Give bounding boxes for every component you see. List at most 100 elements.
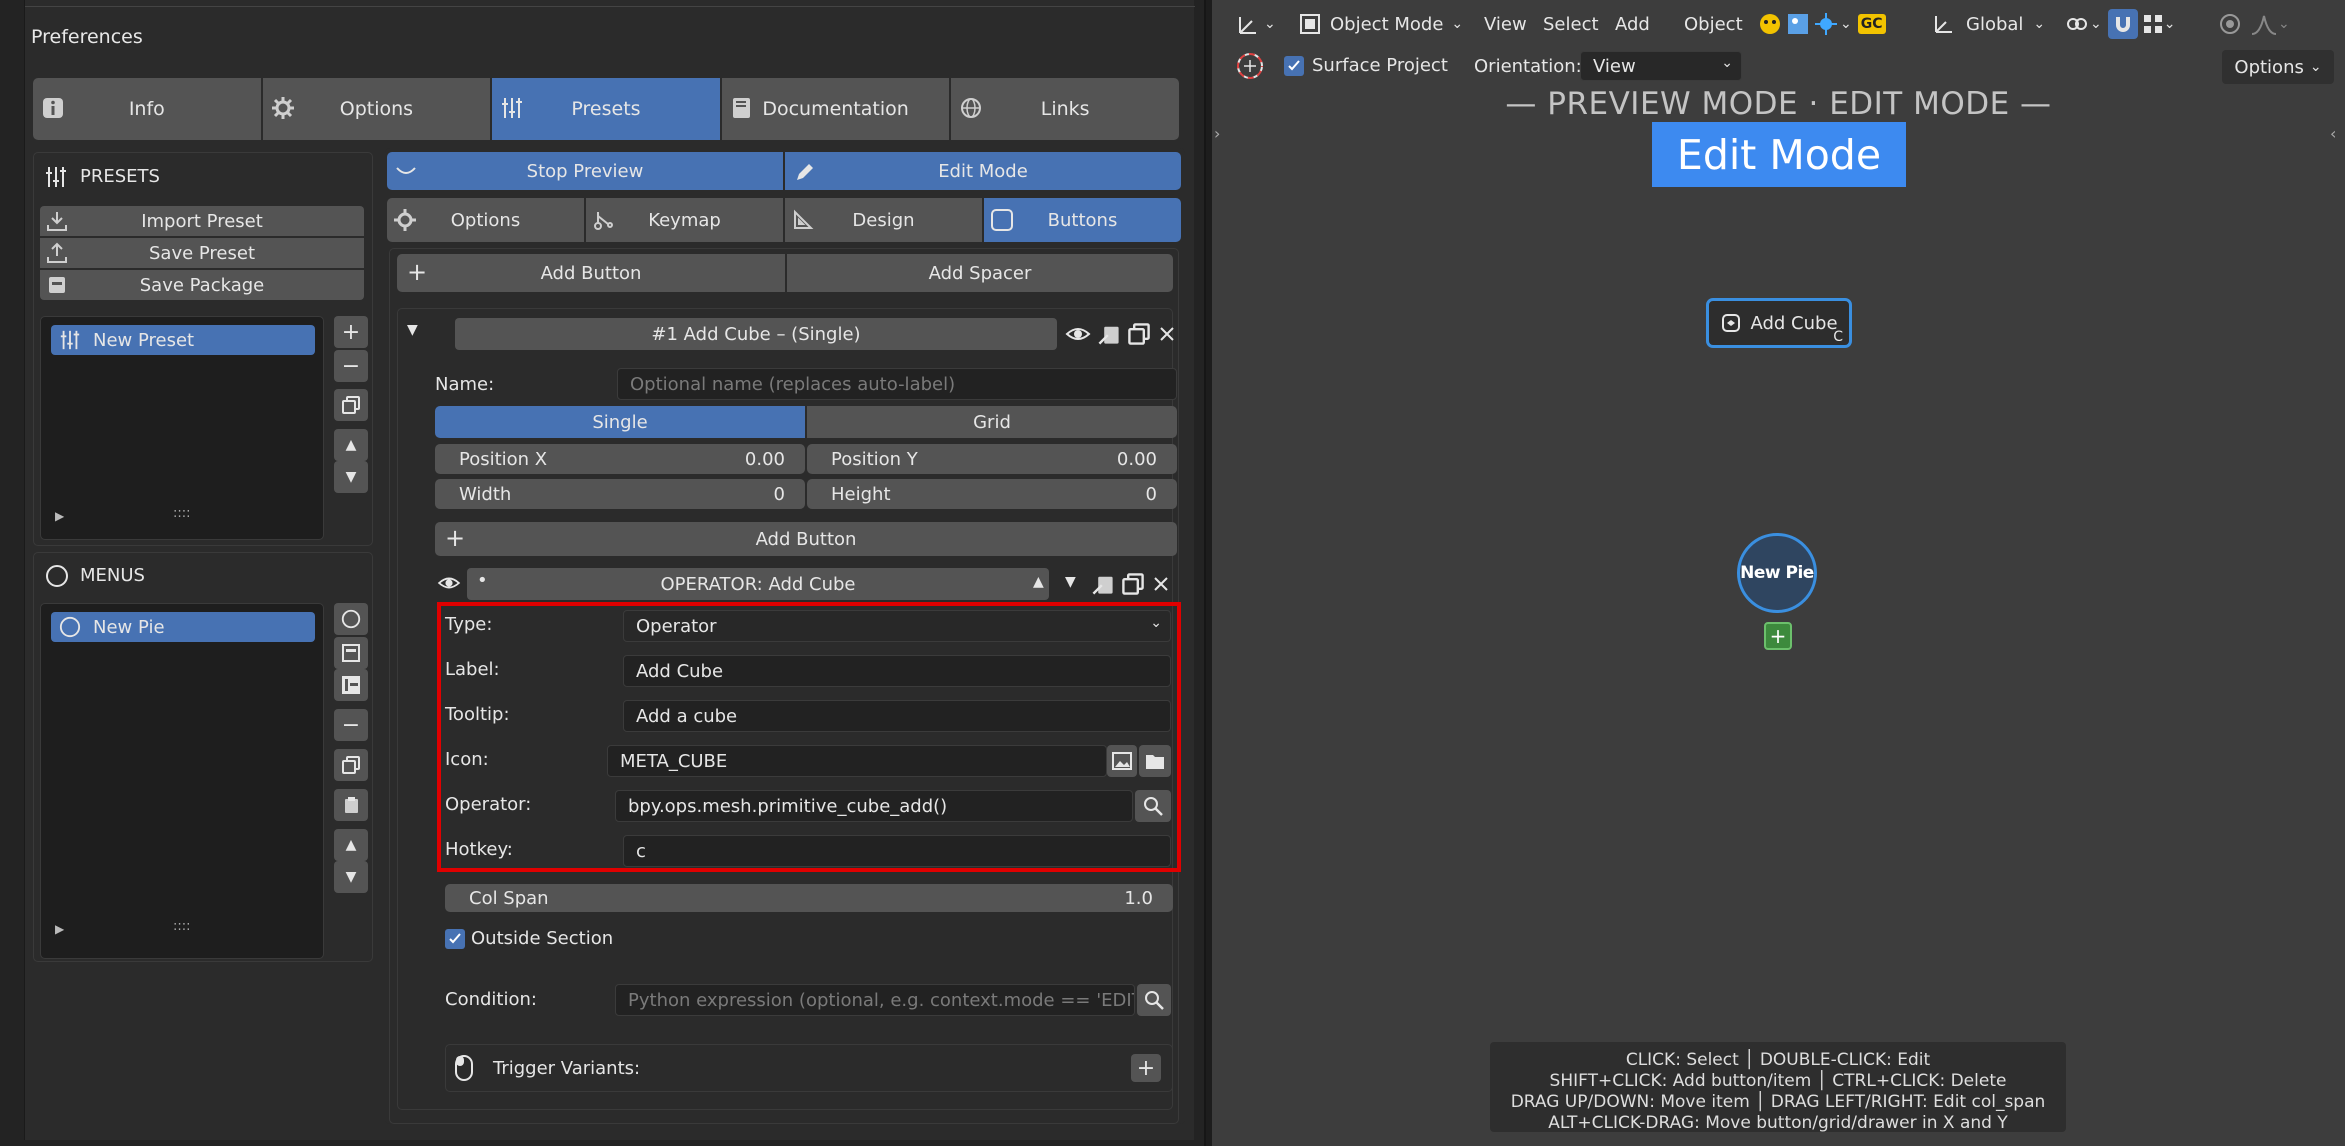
add-pie-menu-button[interactable]	[334, 603, 368, 635]
operator-input[interactable]: bpy.ops.mesh.primitive_cube_add()	[615, 790, 1133, 822]
add-pie-item-button[interactable]: +	[1764, 622, 1792, 650]
button-header[interactable]: #1 Add Cube – (Single)	[455, 318, 1057, 350]
name-input[interactable]: Optional name (replaces auto-label)	[617, 368, 1177, 400]
position-x-field[interactable]: Position X 0.00	[435, 444, 805, 474]
operator-header[interactable]: • OPERATOR: Add Cube	[467, 568, 1049, 600]
tab-presets[interactable]: Presets	[492, 78, 722, 140]
height-field[interactable]: Height 0	[807, 479, 1177, 509]
inner-add-button[interactable]: + Add Button	[435, 522, 1177, 556]
expand-triangle-icon[interactable]: ▶	[55, 922, 64, 936]
paste-icon[interactable]	[1097, 322, 1121, 346]
new-pie-node[interactable]: New Pie	[1737, 533, 1817, 613]
close-icon[interactable]	[1159, 326, 1175, 342]
transform-orientation-select[interactable]: Global ⌄	[1926, 6, 2051, 42]
tab-label: Info	[128, 98, 165, 120]
type-select[interactable]: Operator ⌄	[623, 610, 1171, 642]
menu-object[interactable]: Object	[1678, 6, 1749, 42]
snapping-buttons[interactable]: ⌄ ⌄	[2058, 6, 2181, 42]
eye-icon[interactable]	[437, 574, 461, 592]
preset-item-new-preset[interactable]: New Preset	[51, 325, 315, 355]
menus-list[interactable]: New Pie ▶ ::::	[40, 603, 324, 959]
add-grid-menu-button[interactable]	[334, 669, 368, 701]
add-cube-preview-button[interactable]: Add Cube C	[1706, 298, 1852, 348]
eye-icon[interactable]	[1065, 324, 1091, 344]
options-dropdown[interactable]: Options ⌄	[2222, 50, 2334, 84]
menu-select[interactable]: Select	[1537, 6, 1605, 42]
move-down-button[interactable]: ▼	[334, 461, 368, 493]
grid-toggle[interactable]: Grid	[807, 406, 1177, 438]
width-field[interactable]: Width 0	[435, 479, 805, 509]
subtab-options[interactable]: Options	[387, 198, 584, 242]
magnet-toggle[interactable]	[2107, 9, 2138, 39]
copy-icon[interactable]	[1121, 572, 1145, 596]
editor-type-button[interactable]: ⌄	[1230, 6, 1282, 42]
edit-mode-button[interactable]: Edit Mode	[785, 152, 1181, 190]
outside-section-checkbox[interactable]: Outside Section	[445, 928, 613, 949]
stop-preview-button[interactable]: Stop Preview	[387, 152, 783, 190]
checkbox-checked[interactable]	[445, 928, 465, 949]
move-up-button[interactable]: ▲	[334, 429, 368, 461]
single-toggle[interactable]: Single	[435, 406, 805, 438]
addon-icons[interactable]: ⌄ GC	[1752, 6, 1892, 42]
collapse-triangle-icon[interactable]: ▼	[407, 322, 418, 338]
save-preset-button[interactable]: Save Preset	[40, 238, 364, 268]
proportional-edit-buttons[interactable]: ⌄	[2212, 6, 2296, 42]
operator-search-button[interactable]	[1135, 790, 1171, 822]
add-preset-button[interactable]: +	[334, 316, 368, 348]
remove-menu-button[interactable]: −	[334, 709, 368, 741]
col-span-field[interactable]: Col Span 1.0	[445, 884, 1173, 912]
add-trigger-variant-button[interactable]: +	[1131, 1054, 1161, 1082]
import-preset-button[interactable]: Import Preset	[40, 206, 364, 236]
condition-search-button[interactable]	[1137, 984, 1171, 1016]
condition-input[interactable]: Python expression (optional, e.g. contex…	[615, 984, 1135, 1016]
add-list-menu-button[interactable]	[334, 637, 368, 669]
left-sidebar-toggle[interactable]: ›	[1214, 124, 1220, 143]
remove-preset-button[interactable]: −	[334, 350, 368, 382]
checkbox-checked[interactable]	[1284, 55, 1304, 76]
resize-grip[interactable]: ::::	[173, 919, 191, 934]
duplicate-menu-button[interactable]	[334, 749, 368, 781]
add-button-button[interactable]: + Add Button	[397, 254, 785, 292]
move-up-button[interactable]: ▲	[334, 829, 368, 861]
surface-project-checkbox[interactable]: Surface Project	[1284, 55, 1448, 76]
tab-label: Documentation	[762, 98, 909, 120]
paste-menu-button[interactable]	[334, 789, 368, 821]
mode-select[interactable]: Object Mode ⌄	[1292, 6, 1469, 42]
sliders-icon	[60, 330, 80, 350]
close-icon[interactable]	[1153, 576, 1169, 592]
height-value: 0	[1145, 483, 1157, 505]
copy-icon[interactable]	[1127, 322, 1151, 346]
tooltip-input[interactable]: Add a cube	[623, 700, 1171, 732]
move-up-icon[interactable]: ▲	[1033, 574, 1044, 590]
paste-icon[interactable]	[1091, 572, 1115, 596]
presets-list[interactable]: New Preset ▶ ::::	[40, 316, 324, 540]
icon-input[interactable]: META_CUBE	[607, 745, 1107, 777]
subtab-keymap[interactable]: Keymap	[586, 198, 783, 242]
position-y-field[interactable]: Position Y 0.00	[807, 444, 1177, 474]
move-down-icon[interactable]: ▼	[1065, 574, 1076, 590]
duplicate-preset-button[interactable]	[334, 389, 368, 421]
icon-picker-button[interactable]	[1107, 745, 1137, 777]
subtab-buttons[interactable]: Buttons	[984, 198, 1181, 242]
subtab-design[interactable]: Design	[785, 198, 982, 242]
tab-options[interactable]: Options	[262, 78, 493, 140]
cursor-target-icon[interactable]	[1234, 50, 1266, 82]
expand-triangle-icon[interactable]: ▶	[55, 509, 64, 523]
tab-documentation[interactable]: Documentation	[721, 78, 952, 140]
icon-browse-button[interactable]	[1139, 745, 1171, 777]
label-input[interactable]: Add Cube	[623, 655, 1171, 687]
viewport[interactable]: ⌄ Object Mode ⌄ View Select Add Object ⌄…	[1212, 0, 2345, 1146]
tab-links[interactable]: Links	[951, 78, 1179, 140]
right-sidebar-toggle[interactable]: ‹	[2330, 124, 2336, 143]
resize-grip[interactable]: ::::	[173, 506, 191, 521]
add-spacer-button[interactable]: Add Spacer	[787, 254, 1173, 292]
orientation-select[interactable]: View ⌄	[1580, 51, 1742, 81]
menu-view[interactable]: View	[1478, 6, 1533, 42]
tab-info[interactable]: Info	[33, 78, 263, 140]
operator-header-label: OPERATOR: Add Cube	[660, 573, 856, 595]
menu-item-new-pie[interactable]: New Pie	[51, 612, 315, 642]
save-package-button[interactable]: Save Package	[40, 270, 364, 300]
move-down-button[interactable]: ▼	[334, 861, 368, 893]
menu-add[interactable]: Add	[1609, 6, 1656, 42]
hotkey-input[interactable]: c	[623, 835, 1171, 867]
